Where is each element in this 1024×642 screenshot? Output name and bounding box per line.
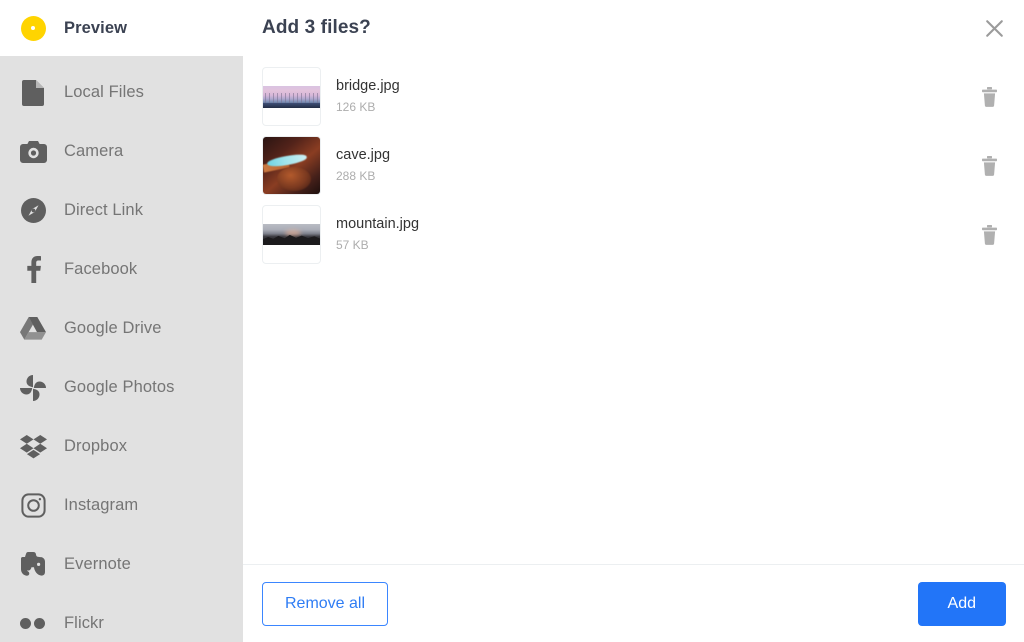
cave-thumbnail — [262, 136, 321, 195]
instagram-icon — [18, 491, 48, 521]
sidebar-item-google-photos[interactable]: Google Photos — [0, 358, 243, 417]
sidebar-item-direct-link[interactable]: Direct Link — [0, 181, 243, 240]
sidebar-item-label: Evernote — [64, 555, 131, 573]
sidebar-item-preview[interactable]: Preview — [0, 0, 243, 56]
dialog-header: Add 3 files? — [243, 0, 1024, 56]
sidebar-item-instagram[interactable]: Instagram — [0, 476, 243, 535]
file-size: 126 KB — [336, 100, 376, 114]
file-name: mountain.jpg — [336, 216, 420, 232]
file-icon — [18, 78, 48, 108]
sidebar-item-label-preview: Preview — [64, 18, 128, 37]
sidebar-item-label: Facebook — [64, 260, 138, 278]
sidebar-item-label: Dropbox — [64, 437, 128, 455]
main-panel: Add 3 files? bridge.jpg 126 KB cave.jpg … — [243, 0, 1024, 642]
dropbox-icon — [18, 432, 48, 462]
sidebar-item-label: Direct Link — [64, 201, 144, 219]
page-title: Add 3 files? — [262, 17, 371, 38]
sidebar-item-label: Camera — [64, 142, 124, 160]
remove-file-button[interactable] — [975, 152, 1003, 180]
sidebar-item-local-files[interactable]: Local Files — [0, 63, 243, 122]
sidebar-item-label: Google Drive — [64, 319, 162, 337]
mountain-thumbnail — [262, 205, 321, 264]
file-name: bridge.jpg — [336, 78, 400, 94]
trash-icon — [981, 224, 998, 245]
sidebar-item-label: Flickr — [64, 614, 105, 632]
camera-icon — [18, 137, 48, 167]
file-info: cave.jpg 288 KB — [321, 146, 975, 185]
close-icon — [985, 19, 1004, 38]
sidebar-item-label: Local Files — [64, 83, 144, 101]
file-name: cave.jpg — [336, 147, 391, 163]
google-photos-icon — [18, 373, 48, 403]
sidebar-item-dropbox[interactable]: Dropbox — [0, 417, 243, 476]
facebook-icon — [18, 255, 48, 285]
google-drive-icon — [18, 314, 48, 344]
dialog-footer: Remove all Add — [243, 564, 1024, 642]
file-list-item: cave.jpg 288 KB — [243, 131, 1024, 200]
file-uploader-dialog: Preview Local Files Camera Direct Link F… — [0, 0, 1024, 642]
file-size: 288 KB — [336, 169, 376, 183]
sidebar-item-camera[interactable]: Camera — [0, 122, 243, 181]
add-button[interactable]: Add — [917, 581, 1006, 626]
link-compass-icon — [18, 196, 48, 226]
remove-all-button[interactable]: Remove all — [262, 581, 389, 626]
trash-icon — [981, 86, 998, 107]
close-button[interactable] — [978, 12, 1010, 44]
sidebar: Preview Local Files Camera Direct Link F… — [0, 0, 243, 642]
file-size: 57 KB — [336, 238, 369, 252]
remove-file-button[interactable] — [975, 83, 1003, 111]
bridge-thumbnail — [262, 67, 321, 126]
sidebar-item-flickr[interactable]: Flickr — [0, 594, 243, 642]
flickr-icon — [18, 609, 48, 639]
file-info: bridge.jpg 126 KB — [321, 77, 975, 116]
sidebar-item-facebook[interactable]: Facebook — [0, 240, 243, 299]
file-info: mountain.jpg 57 KB — [321, 215, 975, 254]
remove-file-button[interactable] — [975, 221, 1003, 249]
trash-icon — [981, 155, 998, 176]
sidebar-item-google-drive[interactable]: Google Drive — [0, 299, 243, 358]
sidebar-item-label: Google Photos — [64, 378, 175, 396]
sidebar-item-label: Instagram — [64, 496, 139, 514]
file-list-item: bridge.jpg 126 KB — [243, 62, 1024, 131]
file-list-item: mountain.jpg 57 KB — [243, 200, 1024, 269]
yellow-dot-icon — [18, 13, 48, 43]
evernote-icon — [18, 550, 48, 580]
sidebar-item-evernote[interactable]: Evernote — [0, 535, 243, 594]
sidebar-items: Local Files Camera Direct Link Facebook … — [0, 56, 243, 642]
file-list: bridge.jpg 126 KB cave.jpg 288 KB mounta… — [243, 56, 1024, 564]
